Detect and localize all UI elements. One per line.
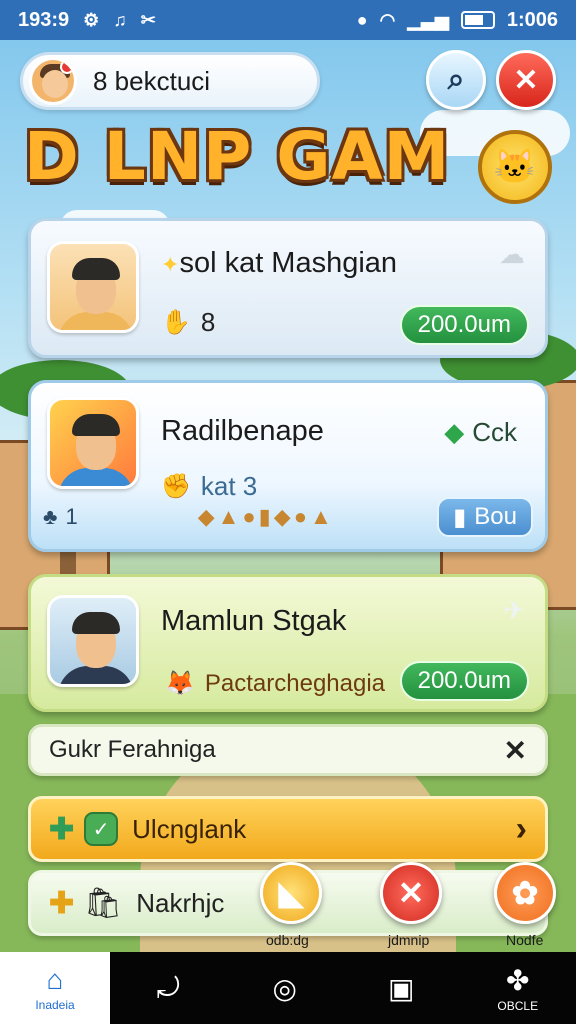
x-icon: ✕ (397, 875, 425, 911)
nav-home[interactable]: ⌂ Inadeia (0, 952, 110, 1024)
bone-icon: ✿ (511, 875, 539, 911)
tree-icon: ♣ (43, 504, 58, 529)
item-count: ♣ 1 (43, 504, 78, 529)
player-card[interactable]: ☁ ✦sol kat Mashgian ✋ 8 200.0um (28, 218, 548, 358)
title-banner: D LNP GAM 🐱 (24, 118, 552, 208)
player-portrait (47, 595, 139, 687)
price-button[interactable]: 200.0um (399, 305, 529, 345)
status-clock: 1:006 (506, 8, 558, 31)
player-portrait (47, 241, 139, 333)
top-header: 8 bekctuci ⌕ ✕ (20, 50, 556, 114)
link-icon: ⤾ (156, 971, 180, 1003)
cancel-action-button[interactable]: ✕ (380, 862, 442, 924)
bag-icon: 🛍 (84, 886, 123, 920)
circle-icon: ◎ (272, 972, 297, 1004)
lock-status-icon: ● (356, 9, 368, 30)
menu-item-label: Ulcnglank (132, 813, 247, 844)
gift-button[interactable]: ✿ (494, 862, 556, 924)
recents-icon: ▣ (388, 972, 415, 1004)
notification-text: Gukr Ferahniga (49, 736, 216, 763)
map-icon: ◣ (278, 875, 304, 911)
nav-puzzle[interactable]: ✤ OBCLE (460, 952, 576, 1024)
music-status-icon: ♫ (113, 9, 127, 30)
player-stat: ✋ 8 (161, 307, 216, 337)
player-card[interactable]: Radilbenape ◆ Cck ✊ kat 3 ♣ 1 ◆▲●▮◆●▲ ▮ … (28, 380, 548, 552)
fab-label: jdmnip (388, 932, 430, 948)
menu-item-label: Nakrhjc (136, 887, 225, 918)
search-icon: ⌕ (447, 63, 465, 96)
profile-name: 8 bekctuci (93, 65, 211, 96)
status-bar: 193:9 ⚙ ♫ ✂ ● ◠ ▁▃▅ 1:006 (0, 0, 576, 40)
paper-plane-icon: ✈ (503, 595, 525, 625)
map-button[interactable]: ◣ (260, 862, 322, 924)
nav-recents[interactable]: ▣ (343, 952, 460, 1024)
player-name: ✦sol kat Mashgian (161, 247, 398, 279)
fox-icon: 🦊 (165, 670, 195, 697)
chevron-right-icon: › (515, 809, 527, 848)
notification-dot-icon (60, 60, 74, 74)
link-status-icon: ✂ (140, 9, 156, 30)
notification-bar[interactable]: Gukr Ferahniga ✕ (28, 724, 548, 776)
bottle-icon: ▮ (453, 503, 467, 531)
price-button[interactable]: 200.0um (399, 661, 529, 701)
fab-label: Nodfe (506, 932, 544, 948)
player-card[interactable]: ✈ Mamlun Stgak 🦊 Pactarcheghagia 200.0um (28, 574, 548, 712)
check-icon: ✓ (84, 812, 119, 846)
player-name: Radilbenape (161, 415, 324, 447)
bottom-nav: ⌂ Inadeia ⤾ ◎ ▣ ✤ OBCLE (0, 952, 576, 1024)
buy-button[interactable]: ▮ Bou (437, 497, 533, 537)
close-icon: ✕ (513, 63, 539, 97)
profile-chip[interactable]: 8 bekctuci (20, 52, 320, 110)
avatar (29, 57, 77, 105)
home-icon: ⌂ (46, 964, 64, 995)
sparkle-icon: ✦ (161, 252, 180, 277)
status-time: 193:9 (18, 8, 70, 31)
battery-icon (460, 11, 495, 29)
nav-link[interactable]: ⤾ (110, 952, 227, 1024)
wifi-icon: ◠ (379, 9, 396, 30)
plus-icon: ✚ (49, 812, 75, 846)
menu-item-upgrade[interactable]: ✚ ✓ Ulcnglank › (28, 796, 548, 862)
player-name: Mamlun Stgak (161, 605, 347, 637)
game-title: D LNP GAM (24, 118, 451, 195)
nav-home-circle[interactable]: ◎ (227, 952, 344, 1024)
status-tag: ◆ Cck (444, 417, 517, 447)
signal-icon: ▁▃▅ (407, 9, 449, 30)
dismiss-icon[interactable]: ✕ (504, 734, 527, 767)
cat-badge-icon[interactable]: 🐱 (478, 130, 552, 204)
settings-status-icon: ⚙ (83, 9, 100, 30)
player-portrait (47, 397, 139, 489)
close-button[interactable]: ✕ (496, 50, 556, 110)
leaf-icon: ◆ (444, 417, 465, 447)
cloud-icon: ☁ (499, 239, 525, 269)
inventory-icons: ◆▲●▮◆●▲ (197, 504, 335, 529)
inventory-row: ♣ 1 ◆▲●▮◆●▲ ▮ Bou (43, 491, 533, 543)
search-button[interactable]: ⌕ (426, 50, 486, 110)
player-subtitle: 🦊 Pactarcheghagia (165, 669, 386, 698)
plus-icon: ✚ (49, 886, 75, 920)
puzzle-icon: ✤ (506, 964, 530, 996)
fab-label: odb:dg (266, 932, 309, 948)
hand-icon: ✋ (161, 309, 191, 336)
